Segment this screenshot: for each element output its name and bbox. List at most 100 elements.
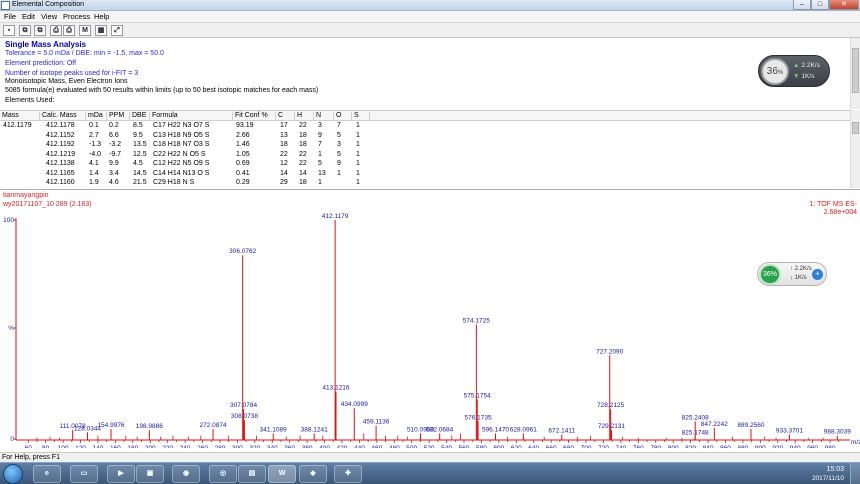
network-speed-widget-mini[interactable]: 36% ↑ 2.2K/s ↓ 1K/s + bbox=[757, 262, 827, 286]
col-h[interactable]: H bbox=[295, 112, 314, 121]
table-cell: 18 bbox=[299, 141, 307, 148]
print-icon[interactable]: ⎙ bbox=[50, 25, 62, 36]
menu-process[interactable]: Process bbox=[63, 12, 90, 21]
table-cell: 4.6 bbox=[109, 179, 119, 186]
folder-icon[interactable]: ▭ bbox=[70, 465, 98, 483]
copy-all-icon[interactable]: ⧉ bbox=[34, 25, 46, 36]
col-mda[interactable]: mDa bbox=[86, 112, 107, 121]
close-button[interactable]: ✕ bbox=[829, 0, 859, 10]
table-cell: C14 H14 N13 O S bbox=[153, 169, 210, 177]
maximize-button[interactable]: □ bbox=[811, 0, 829, 10]
peak-label: 576.1735 bbox=[465, 414, 492, 421]
table-row[interactable]: 412.1165 1.4 3.4 14.5 C14 H14 N13 O S 0.41 14 1… bbox=[0, 170, 850, 179]
formulae-evaluated-text: 5085 formula(e) evaluated with 50 result… bbox=[5, 87, 319, 94]
clock-time[interactable]: 15:03 bbox=[796, 466, 844, 473]
info-scroll-thumb[interactable] bbox=[852, 48, 859, 93]
add-icon[interactable]: + bbox=[812, 269, 823, 280]
table-row[interactable]: 412.1138 4.1 9.9 4.5 C12 H22 N5 O9 S 0.69 12 22… bbox=[0, 160, 850, 169]
col-c[interactable]: C bbox=[276, 112, 295, 121]
table-cell: 93.19 bbox=[236, 122, 254, 129]
col-o[interactable]: O bbox=[334, 112, 352, 121]
x-tick-label: 300 bbox=[232, 445, 243, 448]
ie-icon[interactable]: e bbox=[33, 465, 61, 483]
tolerance-text: Tolerance = 5.0 mDa / DBE: min = -1.5, m… bbox=[5, 50, 164, 57]
clock-date[interactable]: 2017/11/10 bbox=[796, 475, 844, 482]
start-button[interactable] bbox=[3, 464, 23, 484]
table-row[interactable]: 412.1160 1.9 4.6 21.5 C29 H18 N S 0.29 29 18 1 1 bbox=[0, 179, 850, 188]
element-prediction-text: Element prediction: Off bbox=[5, 60, 77, 67]
col-formula[interactable]: Formula bbox=[150, 112, 233, 121]
menu-file[interactable]: File bbox=[4, 12, 16, 21]
col-n[interactable]: N bbox=[314, 112, 334, 121]
table-cell: 412.1138 bbox=[46, 160, 75, 167]
app-icon[interactable]: ▣ bbox=[136, 465, 164, 483]
network-speed-widget[interactable]: 36% ▲ 2.2K/s ▼ 1K/s bbox=[758, 55, 830, 87]
table-cell: 3.4 bbox=[109, 169, 119, 177]
x-tick-label: 440 bbox=[354, 445, 365, 448]
table-row[interactable]: 412.1179 412.1178 0.1 0.2 8.5 C17 H22 N3 O7 S… bbox=[0, 122, 850, 131]
table-cell: -1.3 bbox=[89, 141, 102, 148]
tool-icon[interactable]: ✚ bbox=[334, 465, 362, 483]
col-mass[interactable]: Mass bbox=[0, 112, 40, 121]
peak-label: 727.2090 bbox=[596, 348, 623, 355]
print-preview-icon[interactable]: ⎙ bbox=[63, 25, 75, 36]
game-icon[interactable]: ◆ bbox=[299, 465, 327, 483]
table-icon[interactable]: ▦ bbox=[95, 25, 107, 36]
table-cell: 22 bbox=[280, 150, 288, 158]
table-cell: 0.29 bbox=[236, 179, 250, 186]
table-cell: 1 bbox=[356, 150, 360, 158]
chart-app-icon[interactable]: ▤ bbox=[238, 465, 266, 483]
table-cell: 18 bbox=[299, 131, 307, 139]
minimize-button[interactable]: – bbox=[793, 0, 811, 10]
peak-label: 459.1136 bbox=[363, 419, 390, 426]
m-icon[interactable]: M bbox=[79, 25, 91, 36]
table-cell: 13 bbox=[280, 131, 288, 139]
col-calc-mass[interactable]: Calc. Mass bbox=[40, 112, 86, 121]
table-cell: 1 bbox=[356, 160, 360, 167]
table-cell: 2.66 bbox=[236, 131, 250, 139]
table-cell: 29 bbox=[280, 179, 288, 186]
media-icon[interactable]: ▶ bbox=[107, 465, 135, 483]
x-tick-label: 920 bbox=[772, 445, 783, 448]
table-cell: 1.05 bbox=[236, 150, 250, 158]
spectrum-plot[interactable]: 100% 0 60 80 100 120 140 160 180 200 220 240 260 280 3… bbox=[0, 190, 860, 448]
table-cell: 5 bbox=[318, 160, 322, 167]
x-tick-label: 560 bbox=[459, 445, 470, 448]
download-speed-mini: ↓ 1K/s bbox=[790, 275, 807, 281]
table-row[interactable]: 412.1152 2.7 6.6 9.5 C13 H18 N9 O5 S 2.66 13 18… bbox=[0, 132, 850, 141]
col-s[interactable]: S bbox=[352, 112, 370, 121]
x-tick-label: 880 bbox=[737, 445, 748, 448]
menu-edit[interactable]: Edit bbox=[22, 12, 35, 21]
table-row[interactable]: 412.1192 -1.3 -3.2 13.5 C18 H18 N7 O3 S 1.46 1… bbox=[0, 141, 850, 150]
col-dbe[interactable]: DBE bbox=[130, 112, 150, 121]
x-tick-label: 860 bbox=[720, 445, 731, 448]
isotope-peaks-text: Number of isotope peaks used for i-FIT =… bbox=[5, 70, 139, 77]
save-icon[interactable]: ▪ bbox=[3, 25, 15, 36]
menu-help[interactable]: Help bbox=[94, 12, 109, 21]
table-cell: 7 bbox=[318, 141, 322, 148]
table-cell: 0.2 bbox=[109, 122, 119, 129]
x-tick-label: 480 bbox=[389, 445, 400, 448]
col-fit-conf[interactable]: Fit Conf % bbox=[233, 112, 276, 121]
elements-used-label: Elements Used: bbox=[5, 97, 55, 104]
table-scroll-thumb[interactable] bbox=[852, 122, 859, 134]
menu-view[interactable]: View bbox=[41, 12, 57, 21]
x-tick-label: 380 bbox=[302, 445, 313, 448]
qq-icon[interactable]: ◉ bbox=[172, 465, 200, 483]
col-ppm[interactable]: PPM bbox=[107, 112, 130, 121]
expand-icon[interactable]: ⤢ bbox=[111, 25, 123, 36]
y-tick-label: 0 bbox=[10, 436, 14, 443]
analysis-heading: Single Mass Analysis bbox=[5, 40, 87, 49]
table-cell: 4.5 bbox=[133, 160, 143, 167]
table-scrollbar[interactable] bbox=[850, 110, 860, 188]
table-cell: 1 bbox=[356, 169, 360, 177]
copy-icon[interactable]: ⧉ bbox=[19, 25, 31, 36]
show-desktop-button[interactable] bbox=[850, 463, 860, 484]
table-row[interactable]: 412.1219 -4.0 -9.7 12.5 C22 H22 N O5 S 1.05 22… bbox=[0, 151, 850, 160]
word-icon[interactable]: W bbox=[268, 465, 296, 483]
info-scrollbar[interactable] bbox=[850, 38, 860, 109]
peak-label: 988.3039 bbox=[824, 429, 851, 436]
browser-icon[interactable]: ◎ bbox=[209, 465, 237, 483]
peak-label: 672.1411 bbox=[548, 428, 575, 435]
x-tick-label: 260 bbox=[197, 445, 208, 448]
